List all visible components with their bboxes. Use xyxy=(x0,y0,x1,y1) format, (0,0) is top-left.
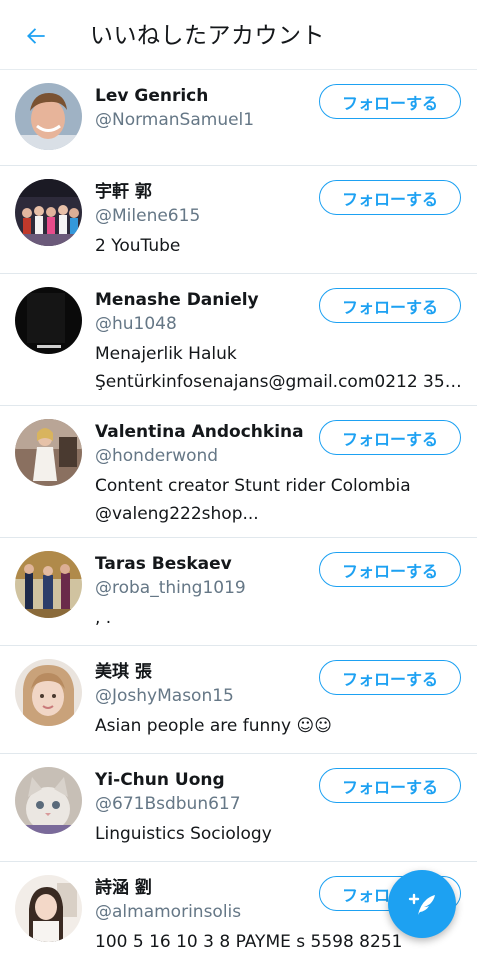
list-item[interactable]: Taras Beskaev @roba_thing1019 , . フォローする xyxy=(0,538,477,646)
user-bio: Content creator Stunt rider Colombia @va… xyxy=(95,472,463,528)
user-bio: Asian people are funny ☺☺ xyxy=(95,716,332,736)
bio-line: Content creator Stunt rider Colombia xyxy=(95,476,411,496)
list-item[interactable]: Menashe Daniely @hu1048 Menajerlik Haluk… xyxy=(0,274,477,406)
user-bio: 2 YouTube xyxy=(95,236,181,256)
list-item[interactable]: Lev Genrich @NormanSamuel1 フォローする xyxy=(0,70,477,166)
follow-button[interactable]: フォローする xyxy=(319,180,461,215)
follow-button[interactable]: フォローする xyxy=(319,420,461,455)
avatar[interactable] xyxy=(15,767,82,834)
liked-by-list: Lev Genrich @NormanSamuel1 フォローする 宇軒 郭 @… xyxy=(0,70,477,960)
bio-line: @valeng222shop... xyxy=(95,504,259,524)
follow-button[interactable]: フォローする xyxy=(319,768,461,803)
list-item[interactable]: Valentina Andochkina @honderwond Content… xyxy=(0,406,477,538)
arrow-left-icon xyxy=(27,28,45,44)
avatar[interactable] xyxy=(15,551,82,618)
avatar[interactable] xyxy=(15,179,82,246)
avatar[interactable] xyxy=(15,83,82,150)
avatar[interactable] xyxy=(15,659,82,726)
page-title: いいねしたアカウント xyxy=(90,23,325,49)
user-bio: Linguistics Sociology xyxy=(95,824,272,844)
follow-button[interactable]: フォローする xyxy=(319,660,461,695)
list-item[interactable]: 美琪 張 @JoshyMason15 Asian people are funn… xyxy=(0,646,477,754)
bio-line: Menajerlik Haluk xyxy=(95,344,237,364)
top-app-bar: いいねしたアカウント xyxy=(0,0,477,70)
list-item[interactable]: 宇軒 郭 @Milene615 2 YouTube フォローする xyxy=(0,166,477,274)
avatar[interactable] xyxy=(15,875,82,942)
list-item[interactable]: Yi-Chun Uong @671Bsdbun617 Linguistics S… xyxy=(0,754,477,862)
user-bio: Menajerlik Haluk Şentürkinfosenajans@gma… xyxy=(95,340,463,396)
follow-button[interactable]: フォローする xyxy=(319,288,461,323)
bio-line: Şentürkinfosenajans@gmail.com0212 352... xyxy=(95,372,463,392)
user-bio: , . xyxy=(95,608,112,628)
avatar[interactable] xyxy=(15,287,82,354)
back-button[interactable] xyxy=(20,20,52,52)
avatar[interactable] xyxy=(15,419,82,486)
compose-feather-icon xyxy=(408,893,435,915)
follow-button[interactable]: フォローする xyxy=(319,552,461,587)
follow-button[interactable]: フォローする xyxy=(319,84,461,119)
compose-tweet-button[interactable] xyxy=(388,870,456,938)
